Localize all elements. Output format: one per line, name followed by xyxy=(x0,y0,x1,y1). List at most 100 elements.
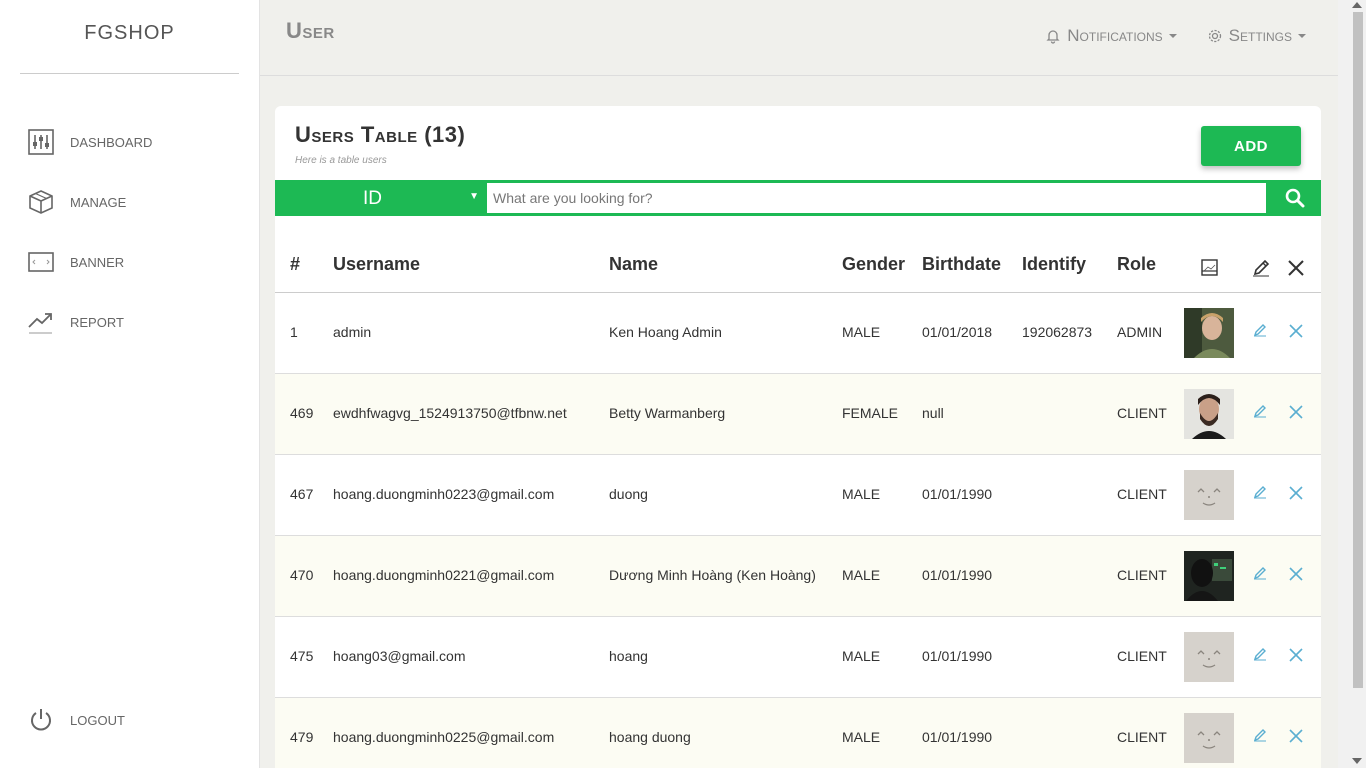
scroll-down-icon[interactable] xyxy=(1352,758,1362,764)
power-icon xyxy=(28,707,54,733)
cell-id: 479 xyxy=(290,729,314,745)
page-title: User xyxy=(286,18,335,43)
cell-name: Ken Hoang Admin xyxy=(609,324,722,340)
edit-icon[interactable] xyxy=(1253,728,1267,747)
cell-name: Betty Warmanberg xyxy=(609,405,726,421)
cell-birthdate: null xyxy=(922,405,944,421)
table-row[interactable]: 470 hoang.duongminh0221@gmail.com Dương … xyxy=(275,536,1321,617)
page-scrollbar[interactable] xyxy=(1338,0,1366,768)
cell-name: hoang duong xyxy=(609,729,691,745)
banner-icon xyxy=(28,249,54,275)
search-button[interactable] xyxy=(1269,180,1321,216)
col-header-role[interactable]: Role xyxy=(1117,254,1156,275)
table-row[interactable]: 469 ewdhfwagvg_1524913750@tfbnw.net Bett… xyxy=(275,374,1321,455)
sidebar-item-manage[interactable]: MANAGE xyxy=(0,172,259,232)
edit-icon[interactable] xyxy=(1253,404,1267,423)
cell-name: hoang xyxy=(609,648,648,664)
avatar[interactable] xyxy=(1184,470,1234,520)
avatar[interactable] xyxy=(1184,308,1234,358)
col-header-gender[interactable]: Gender xyxy=(842,254,905,275)
avatar[interactable] xyxy=(1184,389,1234,439)
chevron-down-icon xyxy=(1298,34,1306,38)
delete-icon[interactable] xyxy=(1288,566,1304,587)
scrollbar-thumb[interactable] xyxy=(1353,12,1363,688)
box-icon xyxy=(28,189,54,215)
table-row[interactable]: 479 hoang.duongminh0225@gmail.com hoang … xyxy=(275,698,1321,768)
cell-identify: 192062873 xyxy=(1022,324,1093,340)
card-title: Users Table (13) xyxy=(295,122,466,147)
brand-logo[interactable]: FGSHOP xyxy=(20,0,239,74)
cell-role: CLIENT xyxy=(1117,729,1167,745)
logout-label: LOGOUT xyxy=(70,712,125,728)
cell-gender: MALE xyxy=(842,486,881,502)
sidebar-item-report[interactable]: REPORT xyxy=(0,292,259,352)
edit-icon[interactable] xyxy=(1253,323,1267,342)
sliders-icon xyxy=(28,129,54,155)
delete-icon[interactable] xyxy=(1288,647,1304,668)
search-icon xyxy=(1285,188,1305,208)
image-icon xyxy=(1201,259,1218,276)
top-nav: Notifications Settings xyxy=(1045,26,1306,46)
delete-icon[interactable] xyxy=(1288,323,1304,344)
cell-username: hoang.duongminh0223@gmail.com xyxy=(333,486,555,502)
cell-birthdate: 01/01/1990 xyxy=(922,729,993,745)
table-header: # Username Name Gender Birthdate Identif… xyxy=(275,242,1321,293)
notifications-label: Notifications xyxy=(1067,26,1163,45)
delete-icon[interactable] xyxy=(1288,485,1304,506)
notifications-dropdown[interactable]: Notifications xyxy=(1045,26,1177,46)
avatar[interactable] xyxy=(1184,713,1234,763)
chevron-down-icon xyxy=(1168,34,1177,38)
search-field-value: ID xyxy=(363,188,382,209)
cell-role: ADMIN xyxy=(1117,324,1163,340)
add-user-button[interactable]: ADD xyxy=(1201,126,1301,166)
cell-name: duong xyxy=(609,486,648,502)
sidebar-item-banner[interactable]: BANNER xyxy=(0,232,259,292)
table-row[interactable]: 475 hoang03@gmail.com hoang MALE 01/01/1… xyxy=(275,617,1321,698)
col-header-number: # xyxy=(290,254,301,274)
cell-birthdate: 01/01/1990 xyxy=(922,567,993,583)
delete-icon[interactable] xyxy=(1288,728,1304,749)
cell-username: admin xyxy=(333,324,372,340)
sidebar-nav: DASHBOARD MANAGE BANNER REPORT xyxy=(0,112,259,352)
table-row[interactable]: 1 admin Ken Hoang Admin MALE 01/01/2018 … xyxy=(275,293,1321,374)
cell-role: CLIENT xyxy=(1117,486,1167,502)
edit-icon[interactable] xyxy=(1253,485,1267,504)
cell-gender: MALE xyxy=(842,648,881,664)
sidebar: FGSHOP DASHBOARD MANAGE BANNER REPORT LO… xyxy=(0,0,260,768)
scroll-up-icon[interactable] xyxy=(1352,2,1362,8)
edit-icon[interactable] xyxy=(1253,566,1267,585)
pencil-icon xyxy=(1253,259,1270,277)
logout-button[interactable]: LOGOUT xyxy=(0,702,260,738)
trending-up-icon xyxy=(28,309,54,335)
cell-role: CLIENT xyxy=(1117,648,1167,664)
search-input[interactable] xyxy=(487,183,1266,213)
search-field-select[interactable]: ID ▼ xyxy=(275,180,485,216)
top-bar: User Notifications Settings xyxy=(260,0,1338,76)
col-header-birthdate[interactable]: Birthdate xyxy=(922,254,1001,275)
col-header-username[interactable]: Username xyxy=(333,254,420,275)
avatar[interactable] xyxy=(1184,632,1234,682)
cell-id: 469 xyxy=(290,405,314,421)
sidebar-item-dashboard[interactable]: DASHBOARD xyxy=(0,112,259,172)
cell-username: hoang03@gmail.com xyxy=(333,648,466,664)
cell-gender: MALE xyxy=(842,729,881,745)
table-body: 1 admin Ken Hoang Admin MALE 01/01/2018 … xyxy=(275,293,1321,768)
cell-role: CLIENT xyxy=(1117,567,1167,583)
col-header-identify[interactable]: Identify xyxy=(1022,254,1086,275)
cell-gender: MALE xyxy=(842,324,881,340)
cell-username: hoang.duongminh0221@gmail.com xyxy=(333,567,555,583)
cell-birthdate: 01/01/1990 xyxy=(922,648,993,664)
sidebar-item-label: DASHBOARD xyxy=(70,134,153,150)
users-card: Users Table (13) Here is a table users A… xyxy=(275,106,1321,768)
edit-icon[interactable] xyxy=(1253,647,1267,666)
sidebar-item-label: REPORT xyxy=(70,314,124,330)
delete-icon[interactable] xyxy=(1288,404,1304,425)
gear-icon xyxy=(1208,29,1221,43)
avatar[interactable] xyxy=(1184,551,1234,601)
col-header-name[interactable]: Name xyxy=(609,254,658,275)
settings-dropdown[interactable]: Settings xyxy=(1207,26,1306,46)
settings-label: Settings xyxy=(1228,26,1292,45)
cell-id: 470 xyxy=(290,567,314,583)
table-row[interactable]: 467 hoang.duongminh0223@gmail.com duong … xyxy=(275,455,1321,536)
cell-username: hoang.duongminh0225@gmail.com xyxy=(333,729,555,745)
